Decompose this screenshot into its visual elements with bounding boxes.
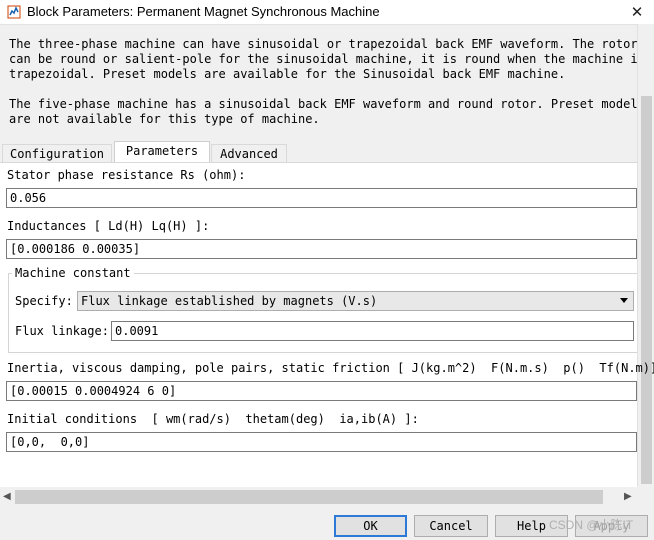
tab-configuration[interactable]: Configuration — [2, 144, 112, 163]
description-line: The three-phase machine can have sinusoi… — [9, 37, 638, 51]
stator-resistance-field[interactable]: 0.056 — [6, 188, 637, 208]
vertical-scroll-thumb[interactable] — [641, 96, 652, 484]
specify-dropdown[interactable]: Flux linkage established by magnets (V.s… — [77, 291, 634, 311]
description-line: The five-phase machine has a sinusoidal … — [9, 97, 645, 111]
initial-conditions-label: Initial conditions [ wm(rad/s) thetam(de… — [7, 412, 419, 426]
stator-resistance-label: Stator phase resistance Rs (ohm): — [7, 168, 246, 182]
tab-advanced[interactable]: Advanced — [211, 144, 287, 163]
machine-constant-group-label: Machine constant — [12, 266, 134, 280]
description-line: can be round or salient-pole for the sin… — [9, 52, 645, 66]
flux-linkage-label: Flux linkage: — [15, 324, 109, 338]
scroll-right-icon[interactable]: ▶ — [624, 491, 632, 502]
cancel-button[interactable]: Cancel — [414, 515, 488, 537]
tab-parameters[interactable]: Parameters — [114, 141, 210, 163]
ok-button[interactable]: OK — [334, 515, 407, 537]
inductances-field[interactable]: [0.000186 0.00035] — [6, 239, 637, 259]
vertical-scrollbar[interactable] — [637, 24, 654, 486]
block-description: The three-phase machine can have sinusoi… — [0, 33, 645, 131]
horizontal-scrollbar[interactable]: ◀ ▶ — [0, 488, 637, 506]
window-title: Block Parameters: Permanent Magnet Synch… — [27, 4, 380, 19]
initial-conditions-field[interactable]: [0,0, 0,0] — [6, 432, 637, 452]
description-line: are not available for this type of machi… — [9, 112, 320, 126]
close-icon[interactable]: ✕ — [620, 0, 654, 24]
description-line: trapezoidal. Preset models are available… — [9, 67, 566, 81]
inertia-label: Inertia, viscous damping, pole pairs, st… — [7, 361, 654, 375]
inertia-field[interactable]: [0.00015 0.0004924 6 0] — [6, 381, 637, 401]
watermark: CSDN @小陈IT — [549, 518, 634, 532]
flux-linkage-field[interactable]: 0.0091 — [111, 321, 634, 341]
specify-dropdown-value: Flux linkage established by magnets (V.s… — [81, 294, 378, 308]
scroll-left-icon[interactable]: ◀ — [3, 491, 11, 502]
simulink-block-icon — [7, 5, 21, 19]
machine-constant-group — [8, 273, 637, 353]
specify-label: Specify: — [15, 294, 73, 308]
chevron-down-icon[interactable] — [620, 298, 628, 303]
title-bar: Block Parameters: Permanent Magnet Synch… — [0, 0, 654, 25]
inductances-label: Inductances [ Ld(H) Lq(H) ]: — [7, 219, 210, 233]
horizontal-scroll-thumb[interactable] — [15, 490, 603, 504]
